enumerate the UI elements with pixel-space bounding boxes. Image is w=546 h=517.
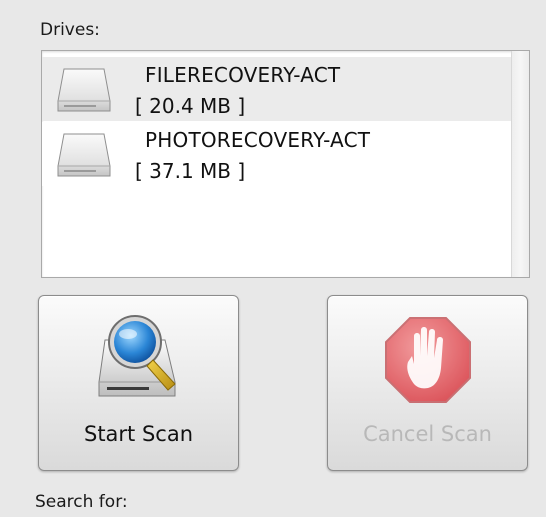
- drive-icon: [56, 67, 112, 119]
- drive-size: [ 20.4 MB ]: [135, 94, 246, 118]
- drive-name: FILERECOVERY-ACT: [145, 63, 341, 87]
- drive-row-filerecovery[interactable]: FILERECOVERY-ACT [ 20.4 MB ]: [42, 57, 512, 121]
- cancel-scan-button[interactable]: Cancel Scan: [327, 295, 528, 471]
- start-scan-label: Start Scan: [83, 422, 194, 446]
- drive-icon: [56, 132, 112, 184]
- drive-name: PHOTORECOVERY-ACT: [145, 128, 371, 152]
- stop-hand-icon: [378, 310, 478, 414]
- magnifier-drive-icon: [95, 310, 185, 414]
- cancel-scan-label: Cancel Scan: [363, 422, 492, 446]
- drives-label: Drives:: [40, 20, 100, 40]
- start-scan-button[interactable]: Start Scan: [38, 295, 239, 471]
- drive-size: [ 37.1 MB ]: [135, 159, 246, 183]
- drive-list[interactable]: FILERECOVERY-ACT [ 20.4 MB ] PHOTORECOVE…: [41, 50, 530, 278]
- search-for-label: Search for:: [35, 492, 128, 512]
- drive-row-photorecovery[interactable]: PHOTORECOVERY-ACT [ 37.1 MB ]: [42, 122, 512, 186]
- drive-list-scrollbar[interactable]: [511, 51, 529, 277]
